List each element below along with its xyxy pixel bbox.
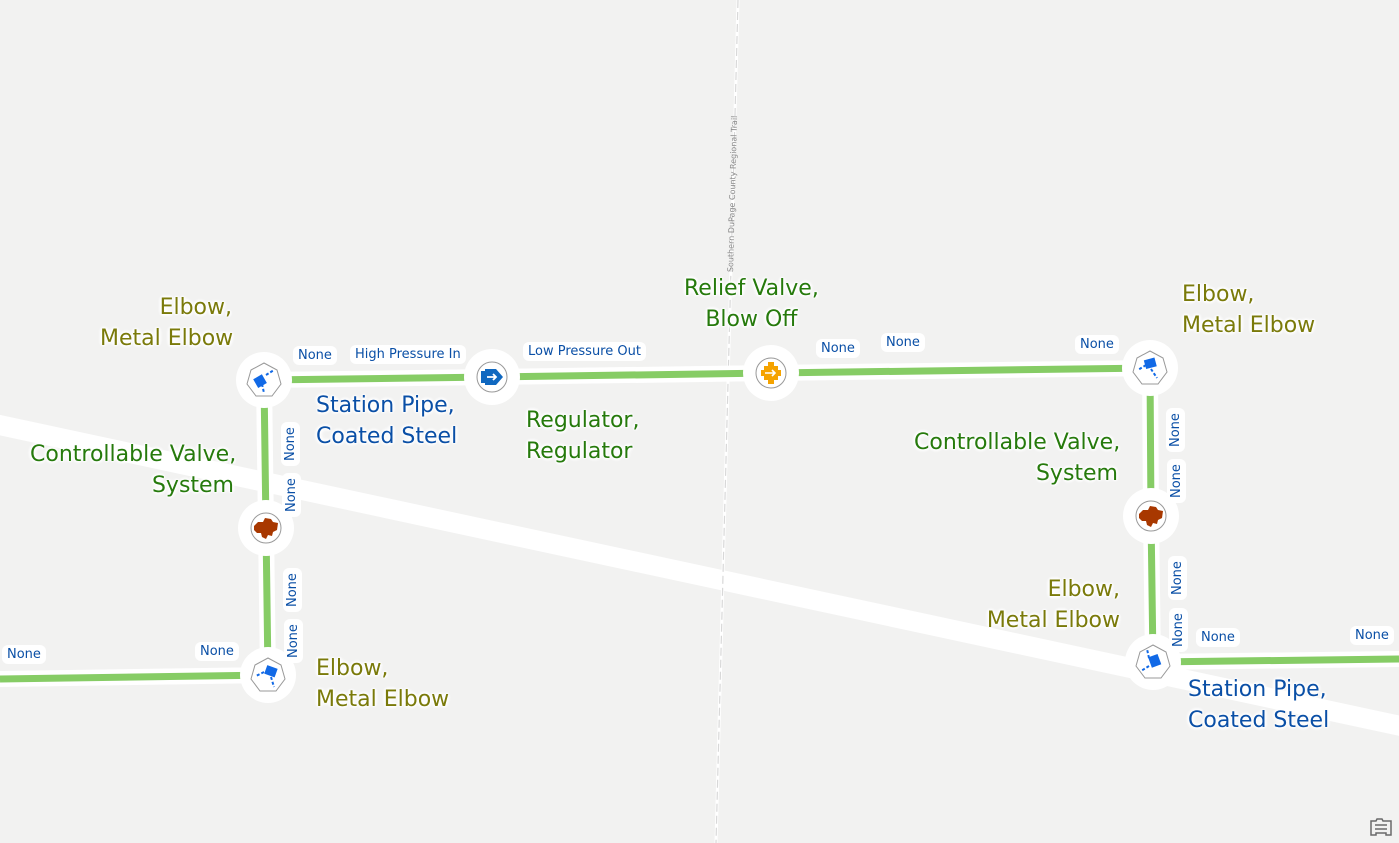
station-pipe-label-right: Station Pipe, Coated Steel <box>1188 674 1329 736</box>
regulator-label: Regulator, Regulator <box>526 405 639 467</box>
label-line: Metal Elbow <box>1182 313 1316 338</box>
station-pipe-bottom-right[interactable] <box>1152 655 1399 666</box>
label-line: Elbow, <box>1047 577 1120 602</box>
regulator-icon[interactable] <box>476 361 508 393</box>
terminal-label: None <box>1168 556 1187 600</box>
label-line: Relief Valve, <box>684 276 819 301</box>
terminal-label: None <box>1075 335 1119 354</box>
label-line: Coated Steel <box>1188 708 1330 733</box>
relief-valve-label: Relief Valve, Blow Off <box>684 273 819 335</box>
label-line: Coated Steel <box>316 424 458 449</box>
label-line: Station Pipe, <box>316 393 455 418</box>
station-pipe-bottom-left[interactable] <box>0 671 269 683</box>
terminal-label: None <box>1167 459 1186 503</box>
basemap-attribution-icon[interactable] <box>1369 817 1393 837</box>
label-line: Elbow, <box>1182 282 1255 307</box>
terminal-label: None <box>282 473 301 517</box>
label-line: Metal Elbow <box>986 608 1120 633</box>
terminal-label: None <box>1166 408 1185 452</box>
label-line: Station Pipe, <box>1188 677 1327 702</box>
terminal-label: None <box>2 645 46 664</box>
terminal-label: None <box>881 333 925 352</box>
terminal-label: None <box>281 422 300 466</box>
elbow-label-bottom-left: Elbow, Metal Elbow <box>316 653 449 715</box>
terminal-label: None <box>293 346 337 365</box>
relief-valve-icon[interactable] <box>755 357 787 389</box>
label-line: Elbow, <box>316 656 389 681</box>
station-pipe-label-left: Station Pipe, Coated Steel <box>316 390 457 452</box>
controllable-valve-icon[interactable] <box>250 512 282 544</box>
label-line: Elbow, <box>159 295 232 320</box>
controllable-valve-icon[interactable] <box>1135 500 1167 532</box>
label-line: Metal Elbow <box>316 687 450 712</box>
terminal-label: None <box>284 619 303 663</box>
elbow-label-bottom-right: Elbow, Metal Elbow <box>980 574 1120 636</box>
elbow-label-top-right: Elbow, Metal Elbow <box>1182 279 1315 341</box>
terminal-label: None <box>1196 628 1240 647</box>
label-line: Blow Off <box>705 307 798 332</box>
label-line: Metal Elbow <box>100 326 234 351</box>
terminal-label-high-pressure-in: High Pressure In <box>350 345 466 364</box>
terminal-label: None <box>1350 626 1394 645</box>
label-line: Controllable Valve, <box>914 430 1121 455</box>
label-line: System <box>1035 461 1118 486</box>
terminal-label: None <box>1169 608 1188 652</box>
controllable-valve-label-right: Controllable Valve, System <box>914 427 1121 489</box>
label-line: Regulator <box>526 439 633 464</box>
terminal-label: None <box>195 642 239 661</box>
controllable-valve-label-left: Controllable Valve, System <box>30 439 237 501</box>
label-line: System <box>151 473 234 498</box>
elbow-label-top-left: Elbow, Metal Elbow <box>100 292 234 354</box>
terminal-label-low-pressure-out: Low Pressure Out <box>523 342 646 361</box>
label-line: Regulator, <box>526 408 640 433</box>
label-line: Controllable Valve, <box>30 442 237 467</box>
terminal-label: None <box>283 568 302 612</box>
terminal-label: None <box>816 339 860 358</box>
